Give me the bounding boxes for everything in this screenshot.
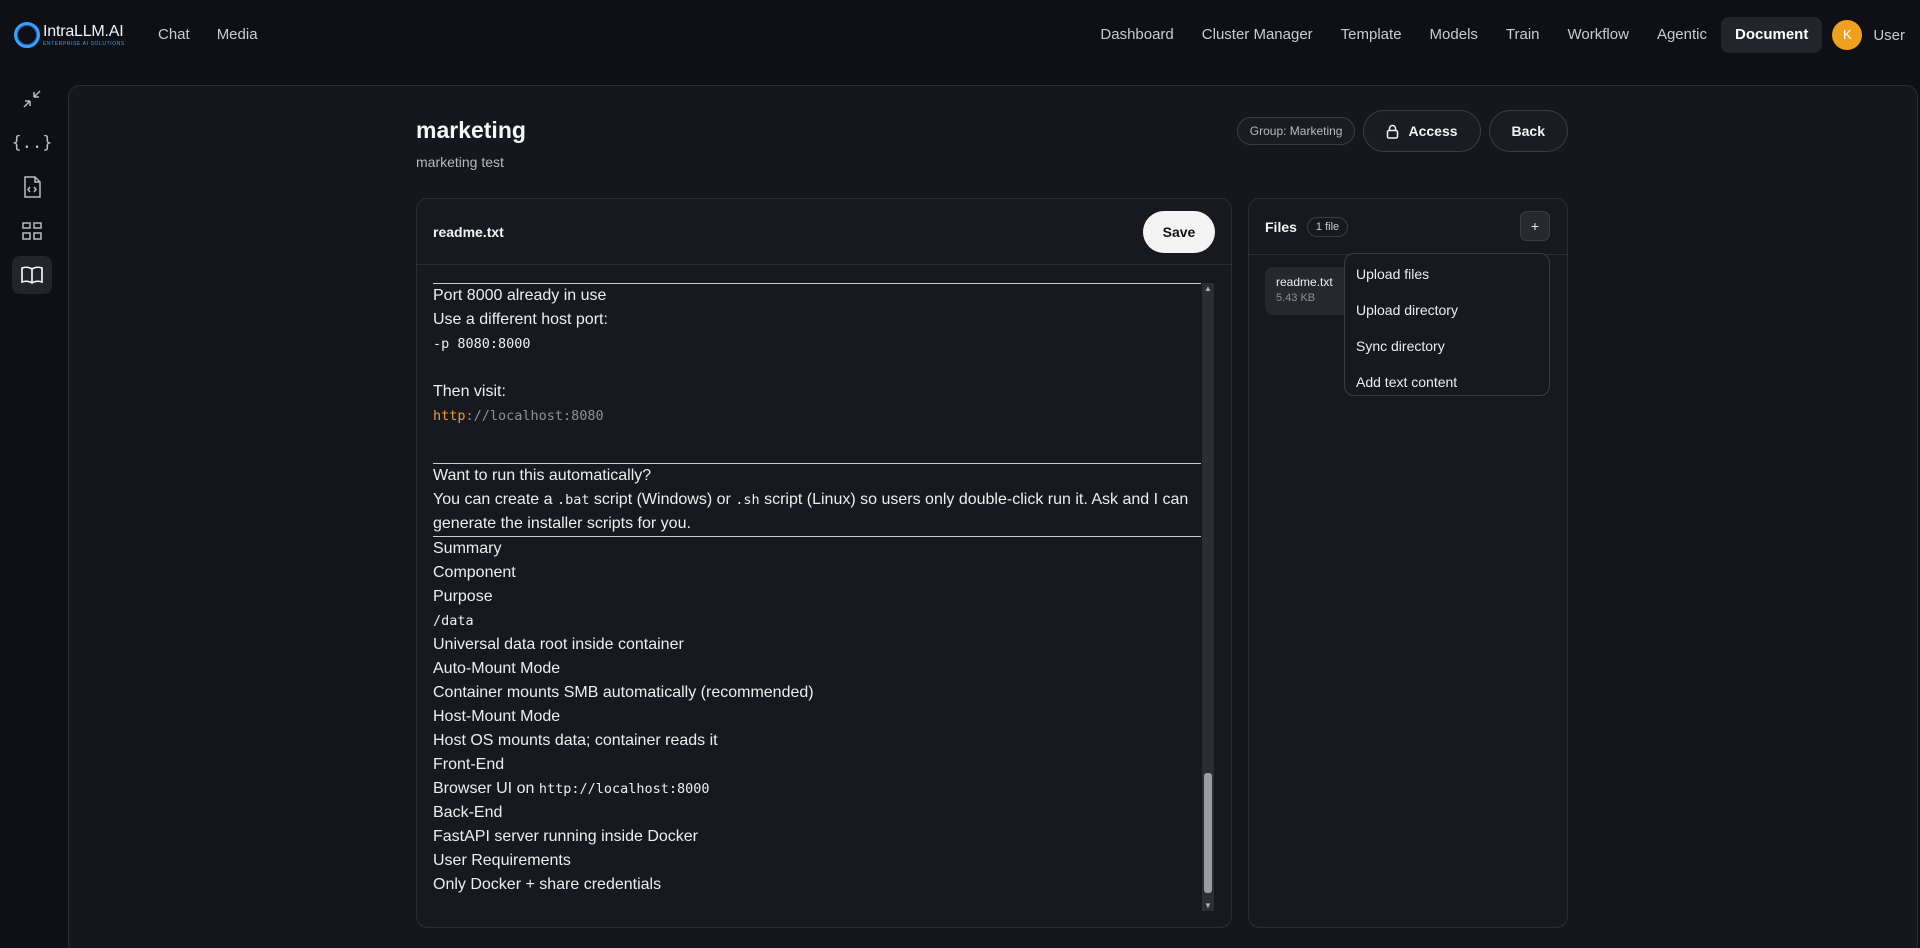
editor-card: readme.txt Save Port 8000 already in use…: [416, 198, 1232, 928]
primary-nav: Chat Media: [158, 26, 258, 43]
text-editor[interactable]: Port 8000 already in use Use a different…: [433, 283, 1201, 893]
brand-logo[interactable]: IntraLLM.AI ENTERPRISE AI SOLUTIONS: [14, 22, 125, 48]
editor-line: You can create a .bat script (Windows) o…: [433, 491, 1189, 508]
editor-line: http://localhost:8080: [433, 404, 1201, 428]
add-menu-dropdown: Upload files Upload directory Sync direc…: [1344, 253, 1550, 396]
add-file-button[interactable]: +: [1520, 211, 1550, 241]
page-title: marketing: [416, 117, 526, 143]
brand-name: IntraLLM.AI: [43, 22, 124, 40]
editor-line: Summary: [433, 540, 502, 557]
editor-line: Component: [433, 564, 516, 581]
side-rail: {..}: [12, 80, 52, 300]
lock-icon: [1387, 124, 1399, 139]
nav-dashboard[interactable]: Dashboard: [1086, 17, 1187, 53]
editor-scrollbar[interactable]: ▲ ▼: [1202, 283, 1214, 911]
editor-line: Universal data root inside container: [433, 636, 684, 653]
menu-upload-files[interactable]: Upload files: [1345, 260, 1549, 296]
nav-chat[interactable]: Chat: [158, 26, 190, 43]
brand-tagline: ENTERPRISE AI SOLUTIONS: [43, 40, 125, 47]
menu-sync-directory[interactable]: Sync directory: [1345, 332, 1549, 368]
back-button[interactable]: Back: [1488, 110, 1568, 152]
menu-upload-directory[interactable]: Upload directory: [1345, 296, 1549, 332]
url-scheme: http: [433, 408, 466, 424]
scroll-down-icon[interactable]: ▼: [1202, 901, 1214, 910]
editor-header: readme.txt Save: [417, 199, 1231, 265]
braces-icon[interactable]: {..}: [12, 124, 53, 162]
editor-line: Front-End: [433, 756, 505, 773]
nav-media[interactable]: Media: [217, 26, 258, 43]
logo-ring-icon: [14, 22, 40, 48]
back-label: Back: [1511, 123, 1545, 139]
editor-line: User Requirements: [433, 852, 571, 869]
nav-agentic[interactable]: Agentic: [1643, 17, 1721, 53]
editor-line: Back-End: [433, 804, 503, 821]
nav-cluster-manager[interactable]: Cluster Manager: [1188, 17, 1327, 53]
secondary-nav: Dashboard Cluster Manager Template Model…: [1086, 16, 1920, 54]
user-menu[interactable]: K User: [1832, 20, 1905, 50]
user-name[interactable]: User: [1873, 27, 1905, 44]
page-subtitle: marketing test: [416, 154, 504, 170]
files-title: Files: [1265, 218, 1297, 235]
nav-template[interactable]: Template: [1327, 17, 1416, 53]
editor-line: Host OS mounts data; container reads it: [433, 732, 718, 749]
scroll-up-icon[interactable]: ▲: [1202, 284, 1214, 293]
editor-line: Host-Mount Mode: [433, 708, 561, 725]
files-header: Files 1 file +: [1249, 199, 1567, 255]
editor-line: Browser UI on http://localhost:8000: [433, 780, 710, 797]
access-button[interactable]: Access: [1363, 110, 1481, 152]
editor-file-name: readme.txt: [433, 223, 504, 240]
collapse-icon[interactable]: [12, 80, 52, 118]
header-actions: Group: Marketing Access Back: [1236, 110, 1568, 152]
editor-line: generate the installer scripts for you.: [433, 515, 691, 532]
editor-line: Auto-Mount Mode: [433, 660, 561, 677]
nav-document[interactable]: Document: [1720, 17, 1823, 53]
code-file-icon[interactable]: [12, 168, 52, 206]
editor-line: -p 8080:8000: [433, 336, 531, 352]
editor-line: Container mounts SMB automatically (reco…: [433, 684, 814, 701]
scroll-thumb[interactable]: [1204, 773, 1212, 893]
access-label: Access: [1408, 123, 1458, 139]
editor-line: /data: [433, 613, 474, 629]
editor-line: Port 8000 already in use: [433, 287, 607, 304]
editor-line: Want to run this automatically?: [433, 467, 652, 484]
editor-line: Purpose: [433, 588, 493, 605]
save-button[interactable]: Save: [1143, 210, 1215, 253]
files-count-badge: 1 file: [1306, 216, 1349, 237]
url-rest: ://localhost:8080: [465, 408, 604, 424]
nav-train[interactable]: Train: [1492, 17, 1554, 53]
editor-line: Then visit:: [433, 383, 506, 400]
editor-line: Only Docker + share credentials: [433, 876, 662, 893]
top-navigation: IntraLLM.AI ENTERPRISE AI SOLUTIONS Chat…: [0, 0, 1920, 70]
editor-line: Use a different host port:: [433, 311, 608, 328]
menu-add-text-content[interactable]: Add text content: [1345, 368, 1549, 404]
group-badge: Group: Marketing: [1236, 117, 1356, 145]
avatar[interactable]: K: [1832, 20, 1863, 50]
grid-icon[interactable]: [12, 212, 52, 250]
editor-line: FastAPI server running inside Docker: [433, 828, 698, 845]
nav-models[interactable]: Models: [1416, 17, 1492, 53]
book-icon[interactable]: [12, 256, 52, 294]
nav-workflow[interactable]: Workflow: [1554, 17, 1643, 53]
